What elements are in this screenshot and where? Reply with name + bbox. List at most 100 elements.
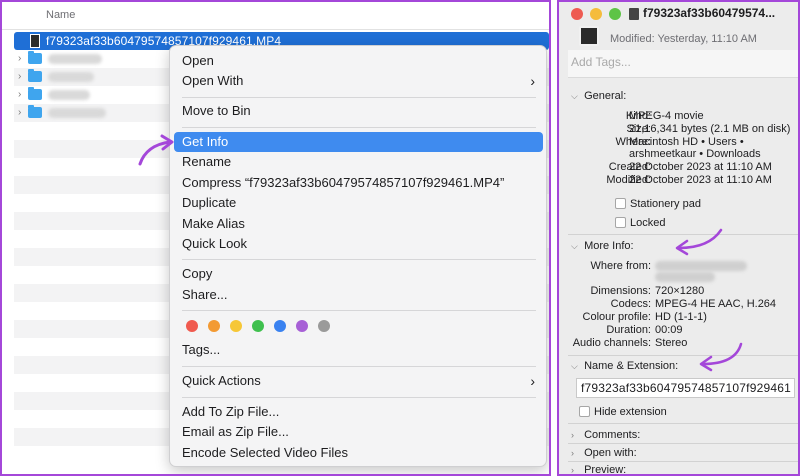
section-general[interactable]: ⌵ General: bbox=[571, 90, 626, 102]
section-preview-label: Preview: bbox=[584, 464, 627, 476]
tags-input[interactable]: Add Tags... bbox=[568, 50, 798, 78]
menu-item-open[interactable]: Open bbox=[174, 51, 543, 71]
filename-input[interactable]: f79323af33b60479574857107f929461 bbox=[576, 378, 795, 398]
disclosure-chevron-icon[interactable]: › bbox=[18, 89, 28, 101]
hide-extension-label: Hide extension bbox=[594, 406, 667, 418]
context-menu: Open Open With › Move to Bin Get Info Re… bbox=[169, 45, 547, 467]
zoom-button[interactable] bbox=[609, 8, 621, 20]
tag-red-dot[interactable] bbox=[186, 320, 198, 332]
menu-separator bbox=[182, 366, 536, 367]
hide-extension-checkbox[interactable] bbox=[579, 406, 590, 417]
disclosure-chevron-icon[interactable]: › bbox=[18, 53, 28, 65]
menu-item-encode-video[interactable]: Encode Selected Video Files bbox=[174, 443, 543, 463]
window-title: f79323af33b60479574... bbox=[643, 6, 776, 20]
section-comments[interactable]: › Comments: bbox=[571, 429, 640, 441]
folder-icon bbox=[28, 105, 42, 118]
modified-value: 22 October 2023 at 11:10 AM bbox=[629, 174, 772, 186]
blurred-folder-name bbox=[48, 72, 94, 82]
video-thumbnail-icon bbox=[579, 26, 599, 46]
close-button[interactable] bbox=[571, 8, 583, 20]
menu-item-quick-actions[interactable]: Quick Actions › bbox=[174, 371, 543, 391]
tag-purple-dot[interactable] bbox=[296, 320, 308, 332]
folder-icon bbox=[28, 87, 42, 100]
blurred-folder-name bbox=[48, 54, 102, 64]
where-from-key: Where from: bbox=[590, 260, 651, 272]
stationery-checkbox[interactable] bbox=[615, 198, 626, 209]
size-row: Size: 21,16,341 bytes (2.1 MB on disk) bbox=[559, 123, 798, 137]
section-divider bbox=[568, 443, 798, 444]
section-divider bbox=[568, 355, 798, 356]
chevron-down-icon: ⌵ bbox=[571, 91, 578, 101]
menu-item-duplicate[interactable]: Duplicate bbox=[174, 193, 543, 213]
dimensions-value: 720×1280 bbox=[655, 285, 705, 297]
codecs-row: Codecs: MPEG-4 HE AAC, H.264 bbox=[559, 298, 798, 312]
modified-summary: Modified: Yesterday, 11:10 AM bbox=[610, 33, 757, 45]
created-value: 22 October 2023 at 11:10 AM bbox=[629, 161, 772, 173]
folder-icon bbox=[28, 69, 42, 82]
section-comments-label: Comments: bbox=[584, 429, 641, 441]
section-name-extension[interactable]: ⌵ Name & Extension: bbox=[571, 360, 678, 372]
colour-profile-row: Colour profile: HD (1-1-1) bbox=[559, 311, 798, 325]
disclosure-chevron-icon[interactable]: › bbox=[18, 71, 28, 83]
tag-yellow-dot[interactable] bbox=[230, 320, 242, 332]
codecs-key: Codecs: bbox=[610, 298, 651, 310]
menu-item-rename[interactable]: Rename bbox=[174, 152, 543, 172]
file-icon bbox=[629, 8, 639, 20]
tag-blue-dot[interactable] bbox=[274, 320, 286, 332]
section-open-with[interactable]: › Open with: bbox=[571, 447, 637, 459]
colour-profile-key: Colour profile: bbox=[582, 311, 651, 323]
where-row-cont: arshmeetkaur • Downloads bbox=[559, 148, 798, 162]
menu-item-tags[interactable]: Tags... bbox=[174, 340, 543, 360]
section-divider bbox=[568, 234, 798, 235]
menu-item-make-alias[interactable]: Make Alias bbox=[174, 214, 543, 234]
duration-row: Duration: 00:09 bbox=[559, 324, 798, 338]
audio-channels-key: Audio channels: bbox=[572, 337, 651, 349]
size-value: 21,16,341 bytes (2.1 MB on disk) bbox=[629, 123, 791, 135]
menu-item-label: Open With bbox=[182, 73, 244, 88]
section-more-info[interactable]: ⌵ More Info: bbox=[571, 240, 634, 252]
submenu-chevron-icon: › bbox=[530, 373, 535, 389]
tag-grey-dot[interactable] bbox=[318, 320, 330, 332]
submenu-chevron-icon: › bbox=[530, 73, 535, 89]
codecs-value: MPEG-4 HE AAC, H.264 bbox=[655, 298, 777, 310]
menu-item-copy[interactable]: Copy bbox=[174, 264, 543, 284]
menu-item-quick-look[interactable]: Quick Look bbox=[174, 234, 543, 254]
colour-profile-value: HD (1-1-1) bbox=[655, 311, 707, 323]
modified-row: Modified: 22 October 2023 at 11:10 AM bbox=[559, 174, 798, 188]
chevron-right-icon: › bbox=[571, 465, 574, 475]
locked-checkbox[interactable] bbox=[615, 217, 626, 228]
menu-item-share[interactable]: Share... bbox=[174, 285, 543, 305]
section-divider bbox=[568, 461, 798, 462]
blurred-folder-name bbox=[48, 108, 106, 118]
section-divider bbox=[568, 423, 798, 424]
kind-value: MPEG-4 movie bbox=[629, 110, 704, 122]
duration-key: Duration: bbox=[606, 324, 651, 336]
tag-orange-dot[interactable] bbox=[208, 320, 220, 332]
menu-item-move-to-bin[interactable]: Move to Bin bbox=[174, 101, 543, 121]
menu-item-email-as-zip[interactable]: Email as Zip File... bbox=[174, 422, 543, 442]
chevron-down-icon: ⌵ bbox=[571, 361, 578, 371]
filename-value: f79323af33b60479574857107f929461 bbox=[581, 381, 791, 395]
folder-icon bbox=[28, 51, 42, 64]
where-value-1: Macintosh HD • Users • bbox=[629, 136, 744, 148]
chevron-right-icon: › bbox=[571, 430, 574, 440]
tag-green-dot[interactable] bbox=[252, 320, 264, 332]
menu-separator bbox=[182, 310, 536, 311]
menu-item-open-with[interactable]: Open With › bbox=[174, 71, 543, 91]
dimensions-row: Dimensions: 720×1280 bbox=[559, 285, 798, 299]
column-name-label[interactable]: Name bbox=[46, 9, 75, 21]
disclosure-chevron-icon[interactable]: › bbox=[18, 107, 28, 119]
minimize-button[interactable] bbox=[590, 8, 602, 20]
section-name-extension-label: Name & Extension: bbox=[584, 360, 679, 372]
get-info-window: f79323af33b60479574... Modified: Yesterd… bbox=[557, 0, 800, 476]
where-value-2: arshmeetkaur • Downloads bbox=[629, 148, 761, 160]
audio-channels-row: Audio channels: Stereo bbox=[559, 337, 798, 351]
column-header: Name bbox=[2, 2, 549, 30]
menu-item-get-info[interactable]: Get Info bbox=[174, 132, 543, 152]
video-file-icon bbox=[30, 34, 40, 48]
section-general-label: General: bbox=[584, 90, 627, 102]
menu-item-add-to-zip[interactable]: Add To Zip File... bbox=[174, 402, 543, 422]
section-preview[interactable]: › Preview: bbox=[571, 464, 627, 476]
menu-item-compress[interactable]: Compress “f79323af33b60479574857107f9294… bbox=[174, 173, 543, 193]
blurred-folder-name bbox=[48, 90, 90, 100]
